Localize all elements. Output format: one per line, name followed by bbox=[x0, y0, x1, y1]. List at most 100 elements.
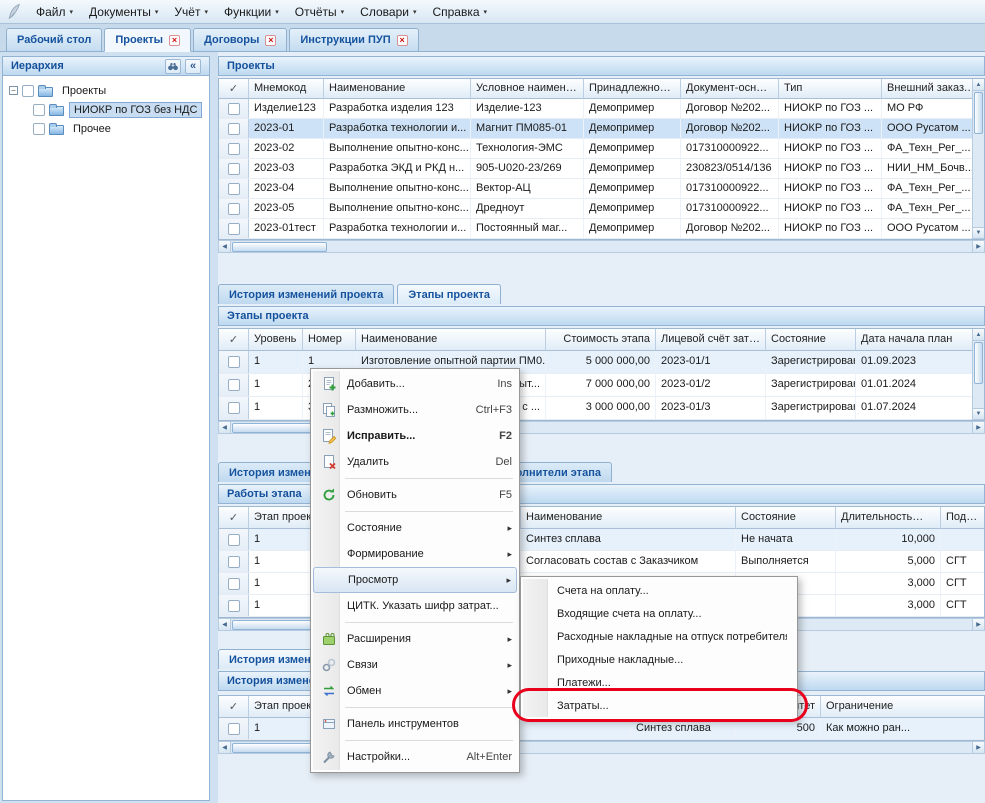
column-header[interactable]: Документ-основание bbox=[681, 79, 779, 99]
table-row[interactable]: 2023-05Выполнение опытно-конс...Дредноут… bbox=[219, 199, 984, 219]
table-row[interactable]: 2023-01Разработка технологии и...Магнит … bbox=[219, 119, 984, 139]
menubar-item[interactable]: Справка▾ bbox=[424, 2, 495, 22]
scroll-left-icon[interactable]: ◀ bbox=[219, 619, 231, 630]
table-row[interactable]: 2023-02Выполнение опытно-конс...Технолог… bbox=[219, 139, 984, 159]
context-menu-item[interactable]: Настройки...Alt+Enter bbox=[313, 744, 517, 770]
scroll-down-icon[interactable]: ▼ bbox=[973, 227, 984, 239]
context-menu-item[interactable]: Исправить...F2 bbox=[313, 423, 517, 449]
column-header[interactable]: Ограничение bbox=[821, 696, 985, 718]
column-header[interactable]: Наименование bbox=[521, 507, 736, 529]
column-header[interactable]: Дата начала план bbox=[856, 329, 985, 351]
row-checkbox[interactable] bbox=[228, 379, 240, 391]
menubar-item[interactable]: Функции▾ bbox=[216, 2, 287, 22]
table-row[interactable]: 2023-03Разработка ЭКД и РКД н...905-U020… bbox=[219, 159, 984, 179]
row-checkbox[interactable] bbox=[228, 183, 240, 195]
tree-item[interactable]: НИОКР по ГОЗ без НДС bbox=[3, 100, 209, 119]
menubar-item[interactable]: Учёт▾ bbox=[166, 2, 216, 22]
workspace-tab[interactable]: Инструкции ПУП× bbox=[289, 28, 418, 52]
scroll-up-icon[interactable]: ▲ bbox=[973, 79, 984, 91]
scrollbar-thumb[interactable] bbox=[974, 342, 983, 384]
column-header[interactable]: Внешний заказчик bbox=[882, 79, 985, 99]
submenu-item[interactable]: Входящие счета на оплату... bbox=[523, 602, 795, 625]
scroll-down-icon[interactable]: ▼ bbox=[973, 408, 984, 420]
column-header[interactable]: Номер bbox=[303, 329, 356, 351]
context-menu-item[interactable]: Панель инструментов bbox=[313, 711, 517, 737]
scroll-up-icon[interactable]: ▲ bbox=[973, 329, 984, 341]
column-header[interactable]: Условное наименование bbox=[471, 79, 584, 99]
section-tab[interactable]: Этапы проекта bbox=[397, 284, 501, 304]
tree-checkbox[interactable] bbox=[33, 104, 45, 116]
context-menu-item[interactable]: ОбновитьF5 bbox=[313, 482, 517, 508]
scroll-left-icon[interactable]: ◀ bbox=[219, 422, 231, 433]
context-menu-item[interactable]: Просмотр▸ bbox=[313, 567, 517, 593]
submenu-item[interactable]: Приходные накладные... bbox=[523, 648, 795, 671]
submenu-item[interactable]: Расходные накладные на отпуск потребител… bbox=[523, 625, 795, 648]
scrollbar-thumb[interactable] bbox=[232, 423, 317, 433]
horizontal-scrollbar[interactable]: ◀▶ bbox=[218, 240, 985, 253]
row-checkbox[interactable] bbox=[228, 402, 240, 414]
menubar-item[interactable]: Документы▾ bbox=[81, 2, 166, 22]
row-checkbox[interactable] bbox=[228, 223, 240, 235]
column-header[interactable]: Наименование bbox=[356, 329, 546, 351]
submenu-item[interactable]: Затраты... bbox=[523, 694, 795, 717]
column-header[interactable]: Длительность план bbox=[836, 507, 941, 529]
row-checkbox[interactable] bbox=[228, 143, 240, 155]
tree-expander-icon[interactable]: − bbox=[9, 86, 18, 95]
scroll-left-icon[interactable]: ◀ bbox=[219, 241, 231, 252]
scroll-right-icon[interactable]: ▶ bbox=[972, 241, 984, 252]
context-menu-item[interactable]: Расширения▸ bbox=[313, 626, 517, 652]
menubar-item[interactable]: Отчёты▾ bbox=[287, 2, 352, 22]
scrollbar-thumb[interactable] bbox=[232, 620, 317, 630]
context-menu-item[interactable]: Связи▸ bbox=[313, 652, 517, 678]
row-checkbox[interactable] bbox=[228, 556, 240, 568]
column-header[interactable]: Подразделение bbox=[941, 507, 985, 529]
menubar-item[interactable]: Файл▾ bbox=[28, 2, 81, 22]
scroll-left-icon[interactable]: ◀ bbox=[219, 742, 231, 753]
column-header[interactable]: Наименование bbox=[324, 79, 471, 99]
column-header[interactable]: Принадлежность bbox=[584, 79, 681, 99]
context-menu-item[interactable]: Формирование▸ bbox=[313, 541, 517, 567]
row-checkbox[interactable] bbox=[228, 203, 240, 215]
column-header[interactable]: Стоимость этапа bbox=[546, 329, 656, 351]
column-header[interactable]: Состояние bbox=[766, 329, 856, 351]
search-icon[interactable] bbox=[165, 59, 181, 74]
table-row[interactable]: 2023-04Выполнение опытно-конс...Вектор-А… bbox=[219, 179, 984, 199]
workspace-tab[interactable]: Проекты× bbox=[104, 28, 191, 52]
tree-item[interactable]: Прочее bbox=[3, 119, 209, 138]
context-menu-item[interactable]: ЦИТК. Указать шифр затрат... bbox=[313, 593, 517, 619]
column-header[interactable]: Состояние bbox=[736, 507, 836, 529]
workspace-tab[interactable]: Рабочий стол bbox=[6, 28, 102, 52]
scroll-right-icon[interactable]: ▶ bbox=[972, 742, 984, 753]
table-row[interactable]: Изделие123Разработка изделия 123Изделие-… bbox=[219, 99, 984, 119]
splitter[interactable] bbox=[210, 52, 218, 803]
row-checkbox[interactable] bbox=[228, 103, 240, 115]
scrollbar-thumb[interactable] bbox=[232, 743, 317, 753]
column-header[interactable]: Мнемокод bbox=[249, 79, 324, 99]
row-checkbox[interactable] bbox=[228, 723, 240, 735]
context-menu-item[interactable]: Добавить...Ins bbox=[313, 371, 517, 397]
close-tab-icon[interactable]: × bbox=[169, 35, 180, 46]
row-checkbox[interactable] bbox=[228, 123, 240, 135]
column-header[interactable]: Тип bbox=[779, 79, 882, 99]
context-menu-item[interactable]: Обмен▸ bbox=[313, 678, 517, 704]
row-checkbox[interactable] bbox=[228, 356, 240, 368]
submenu-item[interactable]: Платежи... bbox=[523, 671, 795, 694]
row-checkbox[interactable] bbox=[228, 578, 240, 590]
section-tab[interactable]: История изменений проекта bbox=[218, 284, 394, 304]
tree-item[interactable]: −Проекты bbox=[3, 81, 209, 100]
menubar-item[interactable]: Словари▾ bbox=[352, 2, 424, 22]
vertical-scrollbar[interactable]: ▲▼ bbox=[972, 329, 984, 420]
scroll-right-icon[interactable]: ▶ bbox=[972, 619, 984, 630]
scroll-right-icon[interactable]: ▶ bbox=[972, 422, 984, 433]
column-header[interactable]: Лицевой счёт затрат bbox=[656, 329, 766, 351]
close-tab-icon[interactable]: × bbox=[265, 35, 276, 46]
scrollbar-thumb[interactable] bbox=[974, 92, 983, 134]
table-row[interactable]: 2023-01тестРазработка технологии и...Пос… bbox=[219, 219, 984, 239]
context-menu-item[interactable]: Состояние▸ bbox=[313, 515, 517, 541]
close-tab-icon[interactable]: × bbox=[397, 35, 408, 46]
column-header[interactable]: Уровень bbox=[249, 329, 303, 351]
row-checkbox[interactable] bbox=[228, 600, 240, 612]
tree-checkbox[interactable] bbox=[22, 85, 34, 97]
tree-checkbox[interactable] bbox=[33, 123, 45, 135]
vertical-scrollbar[interactable]: ▲▼ bbox=[972, 79, 984, 239]
